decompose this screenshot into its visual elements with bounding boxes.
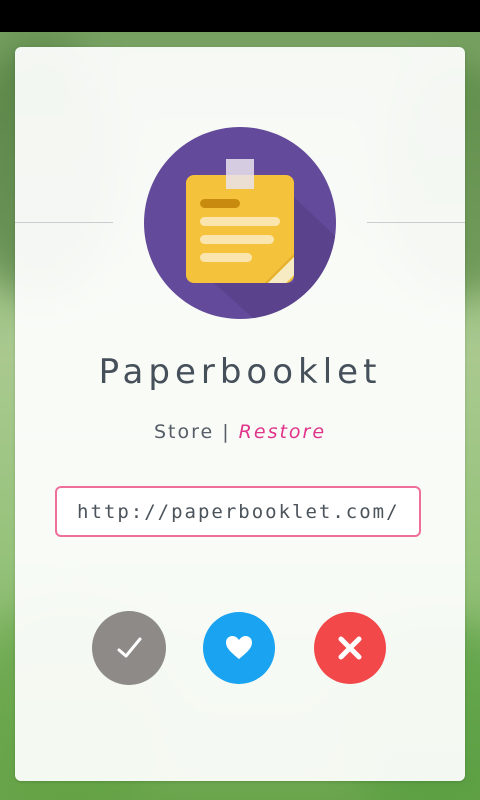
app-title: Paperbooklet	[98, 352, 382, 392]
restore-link[interactable]: Restore	[239, 421, 326, 443]
divider-right	[367, 222, 465, 223]
store-restore-links: Store | Restore	[15, 421, 465, 443]
main-card: Paperbooklet Store | Restore	[15, 47, 465, 781]
url-input[interactable]	[55, 486, 421, 537]
checkmark-icon	[117, 637, 142, 658]
status-bar	[0, 0, 480, 32]
sticky-note-icon	[144, 127, 336, 319]
close-icon	[338, 636, 362, 660]
heart-icon	[226, 636, 252, 659]
app-screen: Paperbooklet Store | Restore	[0, 0, 480, 800]
cancel-button[interactable]	[314, 612, 386, 684]
store-link[interactable]: Store	[154, 421, 214, 443]
divider-left	[15, 222, 113, 223]
favorite-button[interactable]	[203, 612, 275, 684]
link-separator: |	[222, 421, 231, 443]
confirm-button[interactable]	[92, 611, 166, 685]
